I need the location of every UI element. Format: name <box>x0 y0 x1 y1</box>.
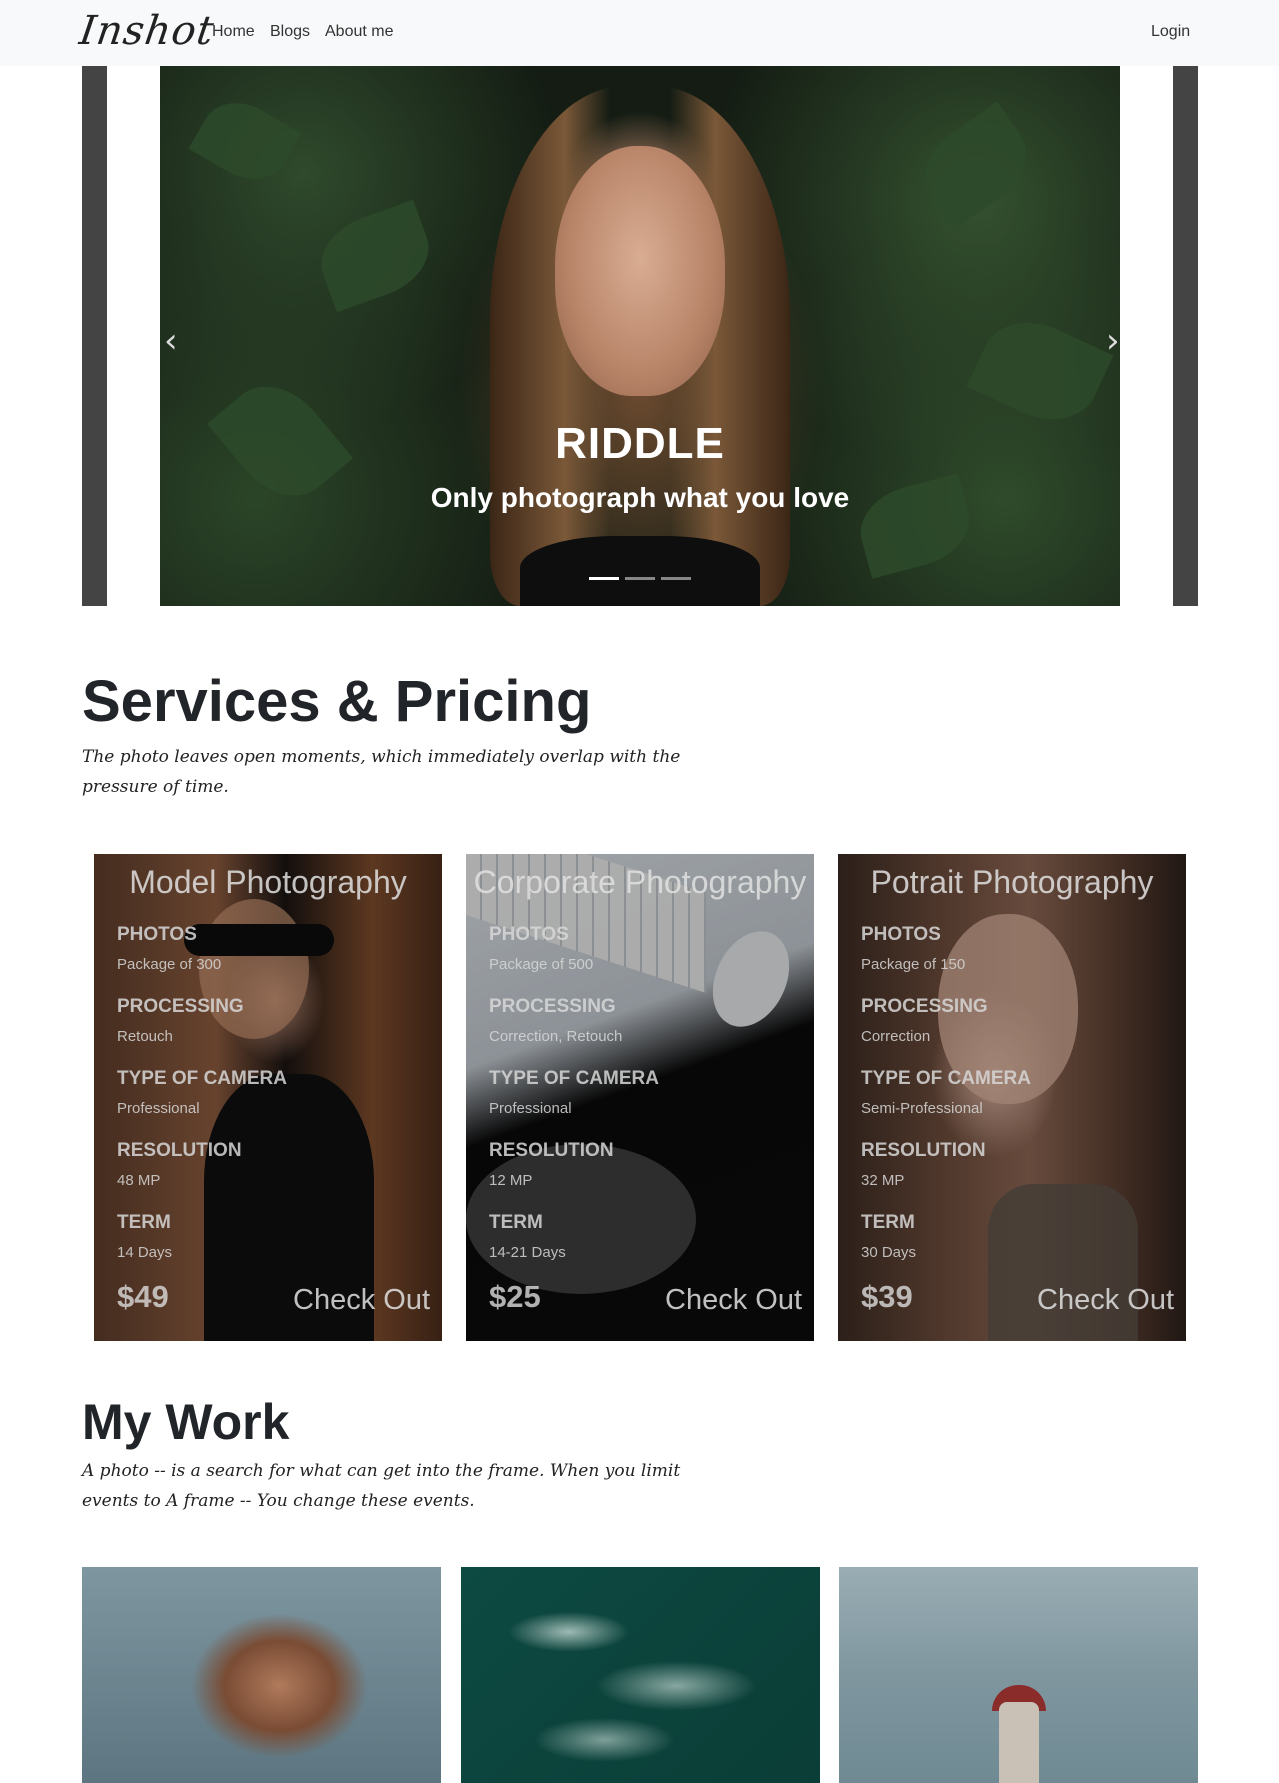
feature-label: TYPE OF CAMERA <box>489 1068 659 1089</box>
chevron-left-icon[interactable]: ‹ <box>164 321 194 371</box>
feature-value: Package of 500 <box>489 956 594 973</box>
leaf-decoration <box>966 304 1114 438</box>
portrait-face <box>555 146 725 396</box>
lighthouse-shape <box>999 1702 1039 1783</box>
feature-value: 32 MP <box>861 1172 905 1189</box>
services-heading: Services & Pricing <box>82 669 592 734</box>
carousel-indicator-3[interactable] <box>661 577 691 580</box>
login-link[interactable]: Login <box>1151 23 1190 41</box>
services-subtitle: The photo leaves open moments, which imm… <box>82 747 681 797</box>
feature-label: PHOTOS <box>117 924 197 945</box>
carousel-caption-subtitle: Only photograph what you love <box>430 482 850 513</box>
feature-value: Correction <box>861 1028 931 1045</box>
carousel-next-slide-edge <box>1173 66 1198 606</box>
price-label: $49 <box>117 1279 169 1314</box>
feature-label: PROCESSING <box>489 996 616 1017</box>
carousel-prev-slide-edge <box>82 66 107 606</box>
feature-label: TYPE OF CAMERA <box>117 1068 287 1089</box>
feature-label: PHOTOS <box>489 924 569 945</box>
nav-link-home[interactable]: Home <box>212 23 255 41</box>
carousel-indicator-2[interactable] <box>625 577 655 580</box>
nav-link-blogs[interactable]: Blogs <box>270 23 310 41</box>
feature-label: TYPE OF CAMERA <box>861 1068 1031 1089</box>
feature-label: RESOLUTION <box>117 1140 242 1161</box>
feature-value: Professional <box>489 1100 572 1117</box>
feature-value: Package of 150 <box>861 956 966 973</box>
feature-label: TERM <box>861 1212 915 1233</box>
feature-label: PHOTOS <box>861 924 941 945</box>
portrait-shirt <box>520 536 760 606</box>
leaf-decoration <box>907 101 1043 231</box>
feature-label: RESOLUTION <box>861 1140 986 1161</box>
navbar: Inshot Home Blogs About me Login <box>0 0 1279 66</box>
feature-value: 12 MP <box>489 1172 533 1189</box>
card-title: Potrait Photography <box>870 864 1154 900</box>
feature-value: Package of 300 <box>117 956 222 973</box>
feature-value: Professional <box>117 1100 200 1117</box>
pricing-card-corporate: Corporate Photography PHOTOS Package of … <box>466 854 814 1341</box>
feature-value: 14 Days <box>117 1244 173 1261</box>
leaf-decoration <box>309 199 441 313</box>
feature-label: PROCESSING <box>117 996 244 1017</box>
carousel-caption-title: RIDDLE <box>555 419 725 468</box>
my-work-heading: My Work <box>82 1394 290 1450</box>
pricing-card-model: Model Photography PHOTOS Package of 300 … <box>94 854 442 1341</box>
brand-logo[interactable]: Inshot <box>77 8 217 54</box>
feature-value: 48 MP <box>117 1172 161 1189</box>
card-title: Model Photography <box>129 864 407 900</box>
carousel-indicators <box>589 577 691 581</box>
feature-value: 14-21 Days <box>489 1244 566 1261</box>
feature-value: Semi-Professional <box>861 1100 983 1117</box>
nav-link-about-me[interactable]: About me <box>325 23 393 41</box>
hero-carousel: RIDDLE Only photograph what you love ‹ › <box>82 66 1198 606</box>
card-title: Corporate Photography <box>473 864 807 900</box>
feature-label: TERM <box>489 1212 543 1233</box>
pricing-card-portrait: Potrait Photography PHOTOS Package of 15… <box>838 854 1186 1341</box>
feature-label: PROCESSING <box>861 996 988 1017</box>
price-label: $39 <box>861 1279 913 1314</box>
my-work-subtitle: A photo -- is a search for what can get … <box>82 1461 681 1511</box>
work-image-portrait[interactable] <box>82 1567 441 1783</box>
work-image-ocean[interactable] <box>461 1567 820 1783</box>
work-image-lighthouse[interactable] <box>839 1567 1198 1783</box>
check-out-button[interactable]: Check Out <box>293 1284 430 1317</box>
carousel-slide-image: RIDDLE Only photograph what you love <box>160 66 1120 606</box>
check-out-button[interactable]: Check Out <box>1037 1284 1174 1317</box>
leaf-decoration <box>188 88 302 194</box>
feature-value: 30 Days <box>861 1244 917 1261</box>
feature-label: TERM <box>117 1212 171 1233</box>
carousel-indicator-1[interactable] <box>589 577 619 580</box>
price-label: $25 <box>489 1279 541 1314</box>
chevron-right-icon[interactable]: › <box>1106 321 1136 371</box>
feature-value: Correction, Retouch <box>489 1028 623 1045</box>
feature-value: Retouch <box>117 1028 173 1045</box>
feature-label: RESOLUTION <box>489 1140 614 1161</box>
check-out-button[interactable]: Check Out <box>665 1284 802 1317</box>
